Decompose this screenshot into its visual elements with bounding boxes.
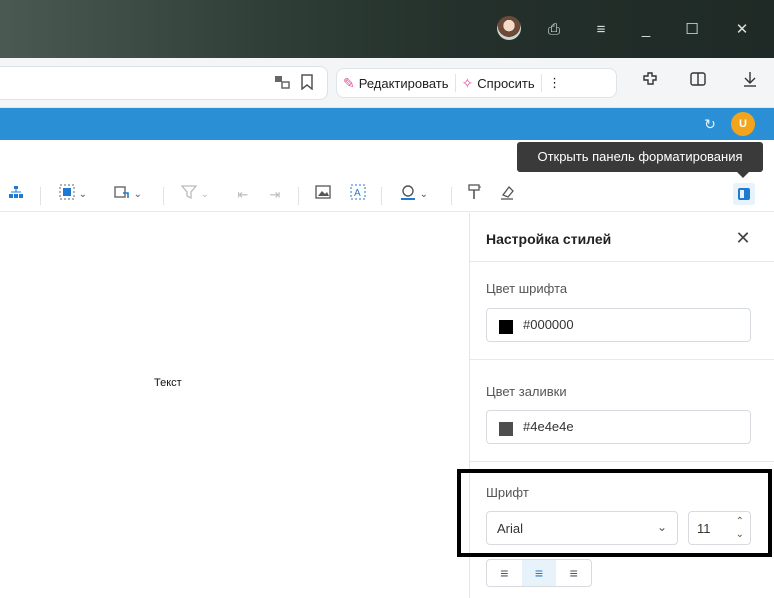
align-center-button[interactable]: ≡ xyxy=(521,560,557,586)
user-avatar[interactable]: U xyxy=(731,112,755,136)
collections-icon[interactable]: ⎙ xyxy=(542,18,566,42)
select-shape-dropdown[interactable]: ⌄ xyxy=(53,184,93,206)
font-color-value: #000000 xyxy=(523,317,574,332)
ai-actions-group: ✎ Редактировать ✧ Спросить ⋮ xyxy=(336,68,617,98)
svg-text:A: A xyxy=(354,188,361,199)
highlight-box xyxy=(457,469,772,557)
app-header: ↻ U xyxy=(0,108,774,140)
clear-format-icon[interactable] xyxy=(497,184,517,206)
shape-outline-dropdown[interactable]: ⌄ xyxy=(393,184,435,206)
edit-button[interactable]: ✎ Редактировать xyxy=(337,69,455,97)
fill-color-value: #4e4e4e xyxy=(523,419,574,434)
ask-button-label: Спросить xyxy=(477,75,535,91)
ask-button[interactable]: ✧ Спросить xyxy=(456,69,541,97)
fill-color-field[interactable]: #4e4e4e xyxy=(486,410,751,444)
editor-toolbar: ⌄ ⌄ ⌄ ⇤ ⇥ A ⌄ xyxy=(0,178,774,212)
browser-toolbar: ✎ Редактировать ✧ Спросить ⋮ xyxy=(0,58,774,108)
more-options-button[interactable]: ⋮ xyxy=(542,69,568,97)
close-window-button[interactable]: ✕ xyxy=(730,18,754,42)
more-icon: ⋮ xyxy=(548,75,562,90)
hierarchy-icon[interactable] xyxy=(8,184,24,206)
extensions-icon[interactable] xyxy=(637,70,663,96)
divider xyxy=(470,359,774,360)
canvas-area[interactable]: Текст xyxy=(0,213,469,598)
text-align-group: ≡ ≡ ≡ xyxy=(486,559,592,587)
chevron-down-icon: ⌄ xyxy=(200,189,209,200)
window-titlebar: ⎙ ≡ _ ☐ ✕ xyxy=(0,0,774,58)
panel-icon xyxy=(738,188,750,200)
insert-shape-dropdown[interactable]: ⌄ xyxy=(108,184,148,206)
font-color-label: Цвет шрифта xyxy=(486,281,568,296)
toolbar-divider xyxy=(298,187,299,205)
chevron-down-icon: ⌄ xyxy=(78,189,87,200)
profile-avatar[interactable] xyxy=(497,16,521,40)
filter-dropdown[interactable]: ⌄ xyxy=(175,184,215,206)
chevron-down-icon: ⌄ xyxy=(419,189,428,200)
toolbar-divider xyxy=(40,187,41,205)
font-color-field[interactable]: #000000 xyxy=(486,308,751,342)
tooltip: Открыть панель форматирования xyxy=(517,142,763,172)
edit-button-label: Редактировать xyxy=(358,75,449,91)
panel-title: Настройка стилей xyxy=(486,231,612,247)
toolbar-divider xyxy=(451,187,452,205)
divider xyxy=(470,461,774,462)
indent-left-icon[interactable]: ⇤ xyxy=(233,184,253,206)
format-painter-icon[interactable] xyxy=(465,184,485,206)
image-icon[interactable] xyxy=(312,184,334,206)
format-panel-toggle-button[interactable] xyxy=(733,183,755,205)
translate-icon[interactable] xyxy=(272,74,292,94)
edit-icon: ✎ xyxy=(343,74,355,91)
divider xyxy=(470,261,774,262)
indent-right-icon[interactable]: ⇥ xyxy=(265,184,285,206)
bookmark-icon[interactable] xyxy=(297,74,317,94)
text-box-icon[interactable]: A xyxy=(347,184,369,206)
minimize-button[interactable]: _ xyxy=(634,18,658,42)
maximize-button[interactable]: ☐ xyxy=(680,18,704,42)
fill-color-label: Цвет заливки xyxy=(486,384,567,399)
toolbar-divider xyxy=(163,187,164,205)
align-left-button[interactable]: ≡ xyxy=(487,560,522,586)
wallet-icon[interactable] xyxy=(685,70,711,96)
align-right-button[interactable]: ≡ xyxy=(556,560,591,586)
sparkle-icon: ✧ xyxy=(461,74,474,91)
fill-color-swatch xyxy=(499,422,513,436)
sync-icon[interactable]: ↻ xyxy=(699,113,721,135)
font-color-swatch xyxy=(499,320,513,334)
canvas-text-element[interactable]: Текст xyxy=(154,377,182,389)
menu-icon[interactable]: ≡ xyxy=(589,18,613,42)
close-icon[interactable]: ✕ xyxy=(732,227,754,249)
download-icon[interactable] xyxy=(737,70,763,96)
toolbar-divider xyxy=(381,187,382,205)
chevron-down-icon: ⌄ xyxy=(133,189,142,200)
